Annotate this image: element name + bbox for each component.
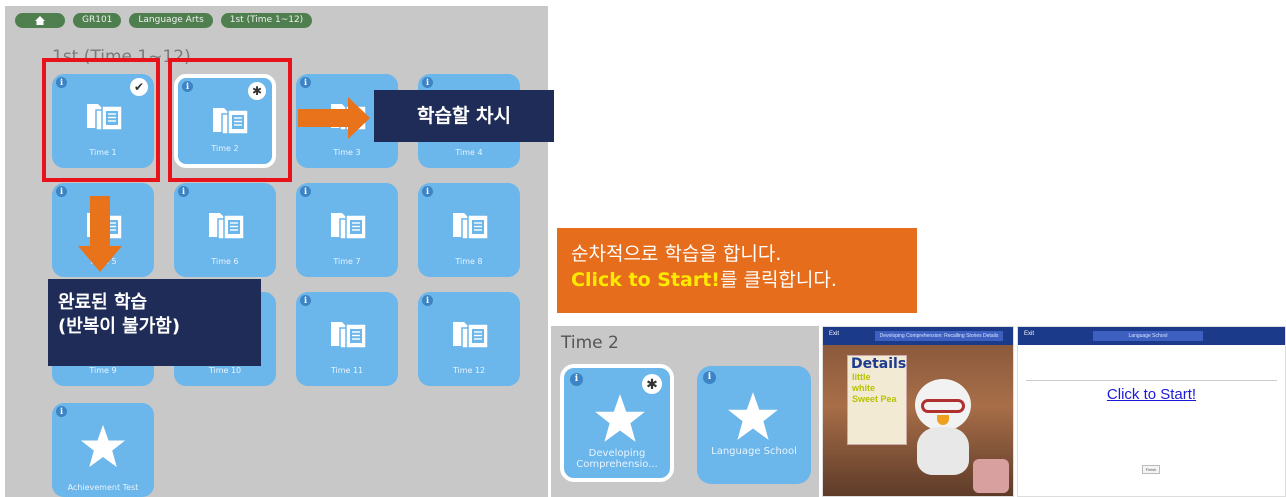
- folder-icon: [331, 213, 367, 240]
- activity-tile-label: Language School: [711, 446, 797, 457]
- bird-body: [917, 427, 969, 475]
- breadcrumb-home[interactable]: [15, 13, 65, 28]
- next-highlight-box: [168, 58, 292, 182]
- lesson-tile-label: Time 3: [333, 148, 361, 157]
- next-lesson-callout: 학습할 차시: [374, 90, 554, 142]
- home-icon: [35, 16, 45, 25]
- asterisk-badge-icon: ✱: [642, 374, 662, 394]
- info-icon[interactable]: i: [422, 186, 433, 197]
- info-icon[interactable]: i: [570, 373, 583, 386]
- info-icon[interactable]: i: [300, 77, 311, 88]
- lesson-tile-label: Time 12: [452, 366, 486, 375]
- folder-icon: [453, 213, 489, 240]
- start-screenshot: Exit Language School Click to Start! Fin…: [1017, 326, 1286, 497]
- lesson-tile[interactable]: i Achievement Test: [52, 403, 154, 497]
- book-title: Details: [851, 356, 907, 372]
- instruction-highlight: Click to Start!: [571, 269, 720, 291]
- completed-highlight-box: [42, 58, 160, 182]
- breadcrumb-subject[interactable]: Language Arts: [129, 13, 213, 28]
- completed-callout-line1: 완료된 학습: [58, 292, 148, 313]
- stool: [973, 459, 1009, 493]
- arrow-down-icon: [78, 196, 122, 272]
- star-icon: [728, 392, 778, 440]
- lesson-screenshot: Exit Developing Comprehension: Recalling…: [822, 326, 1014, 497]
- lesson-title: Developing Comprehension: Recalling Stor…: [875, 331, 1003, 341]
- activity-tile-language-school[interactable]: i Language School: [697, 366, 811, 484]
- folder-icon: [209, 213, 245, 240]
- instruction-line1: 순차적으로 학습을 합니다.: [571, 243, 782, 265]
- folder-icon: [331, 322, 367, 349]
- breadcrumb: GR101 Language Arts 1st (Time 1~12): [15, 13, 313, 28]
- finish-button[interactable]: Finish: [1142, 465, 1160, 474]
- lesson-tile[interactable]: i Time 11: [296, 292, 398, 386]
- lesson-tile-label: Time 11: [330, 366, 364, 375]
- activity-tile-developing-comprehension[interactable]: i ✱ Developing Comprehensio...: [560, 364, 674, 482]
- activity-tile-label: Developing Comprehensio...: [576, 448, 658, 470]
- info-icon[interactable]: i: [422, 77, 433, 88]
- start-topbar: Exit Language School: [1018, 327, 1285, 345]
- info-icon[interactable]: i: [422, 295, 433, 306]
- click-to-start-link[interactable]: Click to Start!: [1018, 386, 1285, 403]
- lesson-tile-label: Achievement Test: [67, 483, 139, 492]
- start-title: Language School: [1093, 331, 1203, 341]
- arrow-right-icon: [298, 97, 370, 139]
- lesson-tile-label: Time 4: [455, 148, 483, 157]
- exit-button[interactable]: Exit: [1024, 331, 1034, 337]
- lesson-tile-label: Time 7: [333, 257, 361, 266]
- breadcrumb-grade[interactable]: GR101: [73, 13, 122, 28]
- star-icon: [80, 424, 126, 468]
- info-icon[interactable]: i: [56, 406, 67, 417]
- book-word: white: [852, 383, 876, 393]
- instruction-line2: Click to Start!를 클릭합니다.: [571, 267, 903, 293]
- lesson-topbar: Exit Developing Comprehension: Recalling…: [823, 327, 1013, 345]
- bird-character: [907, 379, 979, 479]
- info-icon[interactable]: i: [703, 371, 716, 384]
- info-icon[interactable]: i: [178, 186, 189, 197]
- lesson-tile-label: Time 6: [211, 257, 239, 266]
- info-icon[interactable]: i: [56, 186, 67, 197]
- lesson-tile[interactable]: i Time 12: [418, 292, 520, 386]
- instruction-line2-rest: 를 클릭합니다.: [719, 269, 837, 291]
- lesson-tile-label: Time 9: [89, 366, 117, 375]
- lesson-tile[interactable]: i Time 8: [418, 183, 520, 277]
- breadcrumb-unit[interactable]: 1st (Time 1~12): [220, 13, 313, 28]
- star-icon: [595, 394, 645, 442]
- exit-button[interactable]: Exit: [829, 331, 839, 337]
- lesson-tile-label: Time 8: [455, 257, 483, 266]
- folder-icon: [453, 322, 489, 349]
- lesson-tile[interactable]: i Time 6: [174, 183, 276, 277]
- lesson-tile[interactable]: i Time 7: [296, 183, 398, 277]
- book-word: little: [852, 372, 871, 382]
- book-cover: Details little white Sweet Pea: [847, 355, 907, 445]
- book-word: Sweet Pea: [852, 394, 897, 404]
- info-icon[interactable]: i: [300, 295, 311, 306]
- completed-callout: 완료된 학습 (반복이 불가함): [48, 279, 261, 366]
- lesson-tile-label: Time 10: [208, 366, 242, 375]
- start-divider: [1026, 380, 1277, 381]
- info-icon[interactable]: i: [300, 186, 311, 197]
- instruction-note: 순차적으로 학습을 합니다. Click to Start!를 클릭합니다.: [557, 228, 917, 313]
- bird-glasses: [921, 399, 965, 413]
- time2-panel: Time 2 i ✱ Developing Comprehensio... i …: [551, 326, 819, 497]
- time2-heading: Time 2: [561, 333, 619, 353]
- completed-callout-line2: (반복이 불가함): [58, 316, 181, 337]
